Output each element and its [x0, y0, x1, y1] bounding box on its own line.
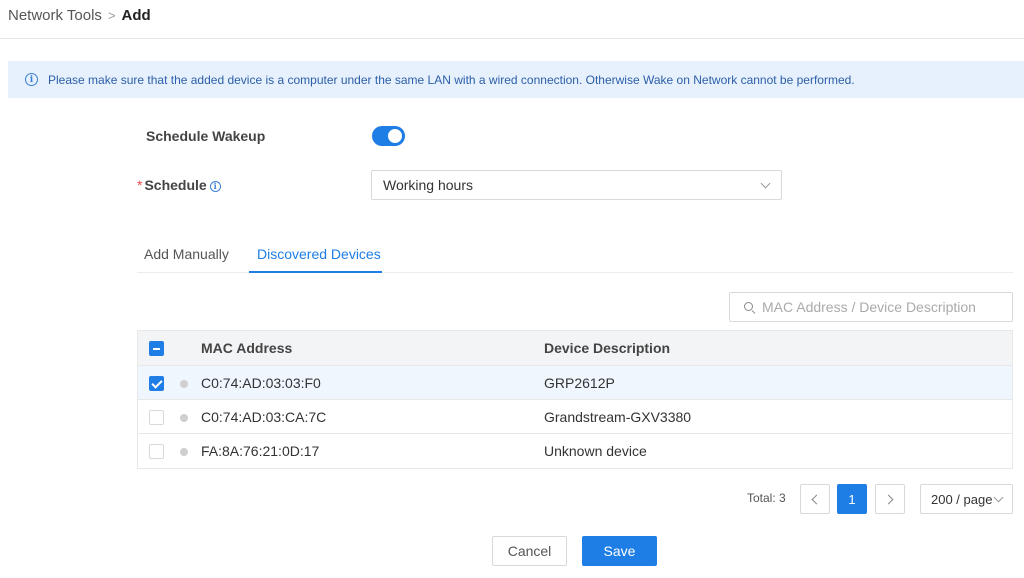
tab-add-manually[interactable]: Add Manually — [144, 246, 229, 262]
row-checkbox[interactable] — [149, 410, 164, 425]
description-cell: GRP2612P — [544, 375, 615, 391]
chevron-down-icon — [993, 492, 1004, 503]
description-cell: Unknown device — [544, 443, 647, 459]
page-number-button[interactable]: 1 — [837, 484, 867, 514]
devices-table: MAC Address Device Description C0:74:AD:… — [137, 330, 1013, 469]
tab-bar: Add Manually Discovered Devices — [137, 238, 1013, 273]
active-tab-indicator — [249, 271, 382, 273]
save-button[interactable]: Save — [582, 536, 657, 566]
tab-discovered-devices[interactable]: Discovered Devices — [257, 246, 381, 262]
mac-cell: C0:74:AD:03:03:F0 — [201, 375, 321, 391]
chevron-down-icon — [760, 178, 771, 189]
table-row[interactable]: C0:74:AD:03:03:F0 GRP2612P — [138, 366, 1012, 400]
breadcrumb-separator: > — [107, 8, 116, 23]
notice-text: Please make sure that the added device i… — [48, 72, 855, 87]
schedule-wakeup-label: Schedule Wakeup — [146, 128, 266, 144]
mac-cell: FA:8A:76:21:0D:17 — [201, 443, 320, 459]
table-row[interactable]: C0:74:AD:03:CA:7C Grandstream-GXV3380 — [138, 400, 1012, 434]
info-icon: i — [25, 73, 38, 86]
cancel-button[interactable]: Cancel — [492, 536, 567, 566]
status-dot-icon — [180, 414, 188, 422]
search-icon — [744, 301, 756, 314]
schedule-select[interactable]: Working hours — [371, 170, 782, 200]
status-dot-icon — [180, 448, 188, 456]
page-size-select[interactable]: 200 / page — [920, 484, 1013, 514]
chevron-right-icon — [883, 494, 894, 504]
chevron-left-icon — [811, 494, 822, 504]
column-header-description: Device Description — [544, 340, 671, 356]
prev-page-button[interactable] — [800, 484, 830, 514]
schedule-label-group: * Schedule i — [137, 177, 221, 193]
page-header: Network Tools > Add — [0, 0, 1024, 39]
schedule-select-value: Working hours — [383, 177, 474, 193]
breadcrumb-current: Add — [121, 7, 151, 24]
schedule-label: Schedule — [144, 177, 207, 193]
schedule-wakeup-toggle[interactable] — [372, 126, 405, 146]
required-mark: * — [137, 177, 143, 193]
select-all-checkbox[interactable] — [149, 341, 164, 356]
table-header: MAC Address Device Description — [138, 331, 1012, 366]
next-page-button[interactable] — [875, 484, 905, 514]
column-header-mac: MAC Address — [201, 340, 293, 356]
breadcrumb: Network Tools > Add — [8, 7, 151, 24]
table-row[interactable]: FA:8A:76:21:0D:17 Unknown device — [138, 434, 1012, 468]
status-dot-icon — [180, 380, 188, 388]
search-box — [729, 292, 1013, 322]
row-checkbox[interactable] — [149, 444, 164, 459]
toggle-knob — [388, 129, 402, 143]
row-checkbox[interactable] — [149, 376, 164, 391]
schedule-info-icon[interactable]: i — [209, 180, 221, 192]
pagination-total: Total: 3 — [747, 491, 786, 505]
page-size-value: 200 / page — [931, 491, 993, 507]
description-cell: Grandstream-GXV3380 — [544, 409, 692, 425]
search-input[interactable] — [762, 299, 1002, 315]
info-notice-banner: i Please make sure that the added device… — [8, 61, 1024, 98]
breadcrumb-parent-link[interactable]: Network Tools — [8, 7, 102, 24]
mac-cell: C0:74:AD:03:CA:7C — [201, 409, 327, 425]
